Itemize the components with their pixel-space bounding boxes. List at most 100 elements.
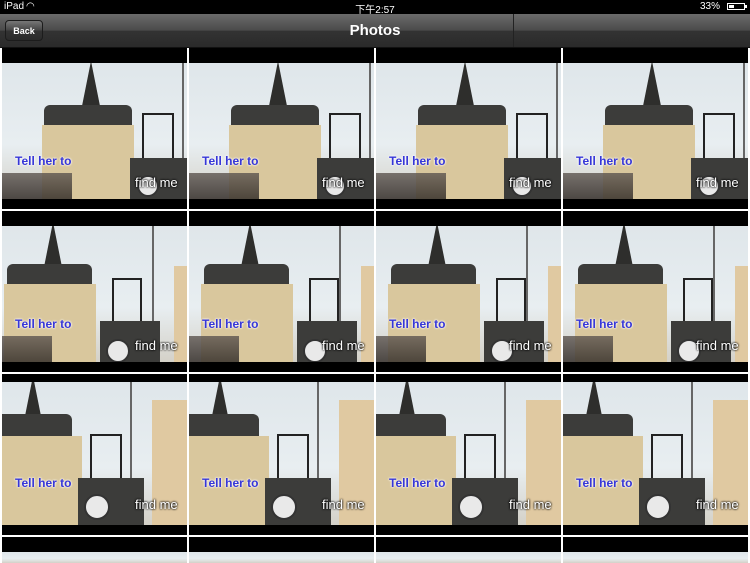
caption-line-2: find me (135, 175, 178, 190)
photo-scene-shape (269, 63, 287, 106)
photo-scene-shape (563, 336, 613, 362)
nav-divider (513, 14, 514, 47)
photo-thumbnail[interactable]: Tell her to find me (563, 48, 748, 209)
photo-scene-shape (277, 434, 309, 482)
photo-image (2, 552, 187, 563)
navigation-bar: Back Photos (0, 14, 750, 48)
photo-thumbnail[interactable]: Tell her to find me (2, 211, 187, 372)
photo-thumbnail[interactable]: Tell her to find me (189, 211, 374, 372)
photo-scene-shape (605, 105, 693, 125)
caption-line-1: Tell her to (576, 154, 633, 168)
photo-scene-shape (376, 414, 446, 436)
photo-scene-shape (691, 382, 693, 487)
photo-scene-shape (369, 63, 371, 173)
photo-thumbnail[interactable]: Tell her to find me (189, 48, 374, 209)
photo-scene-shape (2, 336, 52, 362)
photo-scene-shape (189, 414, 259, 436)
photo-scene-shape (578, 264, 663, 284)
caption-line-2: find me (135, 338, 178, 353)
photo-image: Tell her to find me (563, 63, 748, 199)
photo-scene-shape (464, 434, 496, 482)
photo-scene-shape (44, 226, 62, 267)
photo-thumbnail[interactable]: Tell her to find me (2, 48, 187, 209)
caption-line-1: Tell her to (15, 476, 72, 490)
photo-image: Tell her to find me (2, 226, 187, 362)
caption-line-2: find me (322, 175, 365, 190)
battery-percent: 33% (699, 1, 720, 12)
photo-thumbnail[interactable]: Tell her to find me (563, 374, 748, 535)
photo-thumbnail[interactable]: Tell her to find me (376, 48, 561, 209)
photo-image: Tell her to find me (376, 226, 561, 362)
photo-thumbnail[interactable]: Tell her to find me (189, 374, 374, 535)
photo-image: Tell her to find me (189, 382, 374, 525)
photo-scene-shape (526, 226, 528, 326)
caption-line-1: Tell her to (202, 476, 259, 490)
caption-line-2: find me (696, 497, 739, 512)
photo-scene-shape (130, 382, 132, 487)
caption-line-1: Tell her to (15, 317, 72, 331)
photo-thumbnail-partial[interactable] (376, 537, 561, 563)
photo-thumbnail[interactable]: Tell her to find me (563, 211, 748, 372)
photo-image: Tell her to find me (2, 63, 187, 199)
caption-line-2: find me (135, 497, 178, 512)
caption-line-2: find me (509, 175, 552, 190)
photo-thumbnail[interactable]: Tell her to find me (376, 211, 561, 372)
photo-scene-shape (84, 494, 110, 520)
status-bar: iPad ◠ 下午2:57 33% (0, 0, 750, 16)
photo-scene-shape (44, 105, 132, 125)
photo-scene-shape (556, 63, 558, 173)
photo-scene-shape (683, 278, 713, 324)
caption-line-2: find me (509, 338, 552, 353)
photo-image: Tell her to find me (376, 382, 561, 525)
photo-thumbnail[interactable]: Tell her to find me (2, 374, 187, 535)
photo-scene-shape (309, 278, 339, 324)
photo-scene-shape (329, 113, 361, 161)
caption-line-2: find me (509, 497, 552, 512)
caption-line-2: find me (322, 338, 365, 353)
photo-scene-shape (317, 382, 319, 487)
photo-scene-shape (504, 382, 506, 487)
photo-scene-shape (458, 494, 484, 520)
photo-scene-shape (90, 434, 122, 482)
photo-scene-shape (645, 494, 671, 520)
caption-line-2: find me (696, 338, 739, 353)
photo-grid: Tell her to find me Tell her to find me Tell… (0, 48, 750, 563)
photo-scene-shape (615, 226, 633, 267)
photo-image: Tell her to find me (563, 382, 748, 525)
battery-level-fill (729, 5, 734, 8)
caption-line-1: Tell her to (202, 154, 259, 168)
photo-image: Tell her to find me (189, 226, 374, 362)
page-title: Photos (349, 22, 401, 39)
photo-scene-shape (428, 226, 446, 267)
photo-scene-shape (189, 173, 259, 199)
photo-scene-shape (182, 63, 184, 173)
photo-thumbnail-partial[interactable] (189, 537, 374, 563)
photo-scene-shape (713, 226, 715, 326)
caption-line-1: Tell her to (576, 317, 633, 331)
caption-line-2: find me (696, 175, 739, 190)
photo-scene-shape (391, 264, 476, 284)
caption-line-2: find me (322, 497, 365, 512)
photo-scene-shape (189, 336, 239, 362)
photo-scene-shape (516, 113, 548, 161)
photo-scene-shape (142, 113, 174, 161)
photo-scene-shape (7, 264, 92, 284)
photo-image: Tell her to find me (2, 382, 187, 525)
photo-image: Tell her to find me (563, 226, 748, 362)
photo-scene-shape (563, 173, 633, 199)
photo-scene-shape (743, 63, 745, 173)
photo-thumbnail-partial[interactable] (563, 537, 748, 563)
photo-scene-shape (106, 339, 130, 362)
caption-line-1: Tell her to (15, 154, 72, 168)
photo-scene-shape (418, 105, 506, 125)
photo-image: Tell her to find me (189, 63, 374, 199)
photo-scene-shape (82, 63, 100, 106)
photo-thumbnail[interactable]: Tell her to find me (376, 374, 561, 535)
photo-thumbnail-partial[interactable] (2, 537, 187, 563)
caption-line-1: Tell her to (389, 317, 446, 331)
photo-scene-shape (376, 336, 426, 362)
caption-line-1: Tell her to (389, 476, 446, 490)
photo-scene-shape (2, 414, 72, 436)
photo-image: Tell her to find me (376, 63, 561, 199)
photo-scene-shape (339, 226, 341, 326)
